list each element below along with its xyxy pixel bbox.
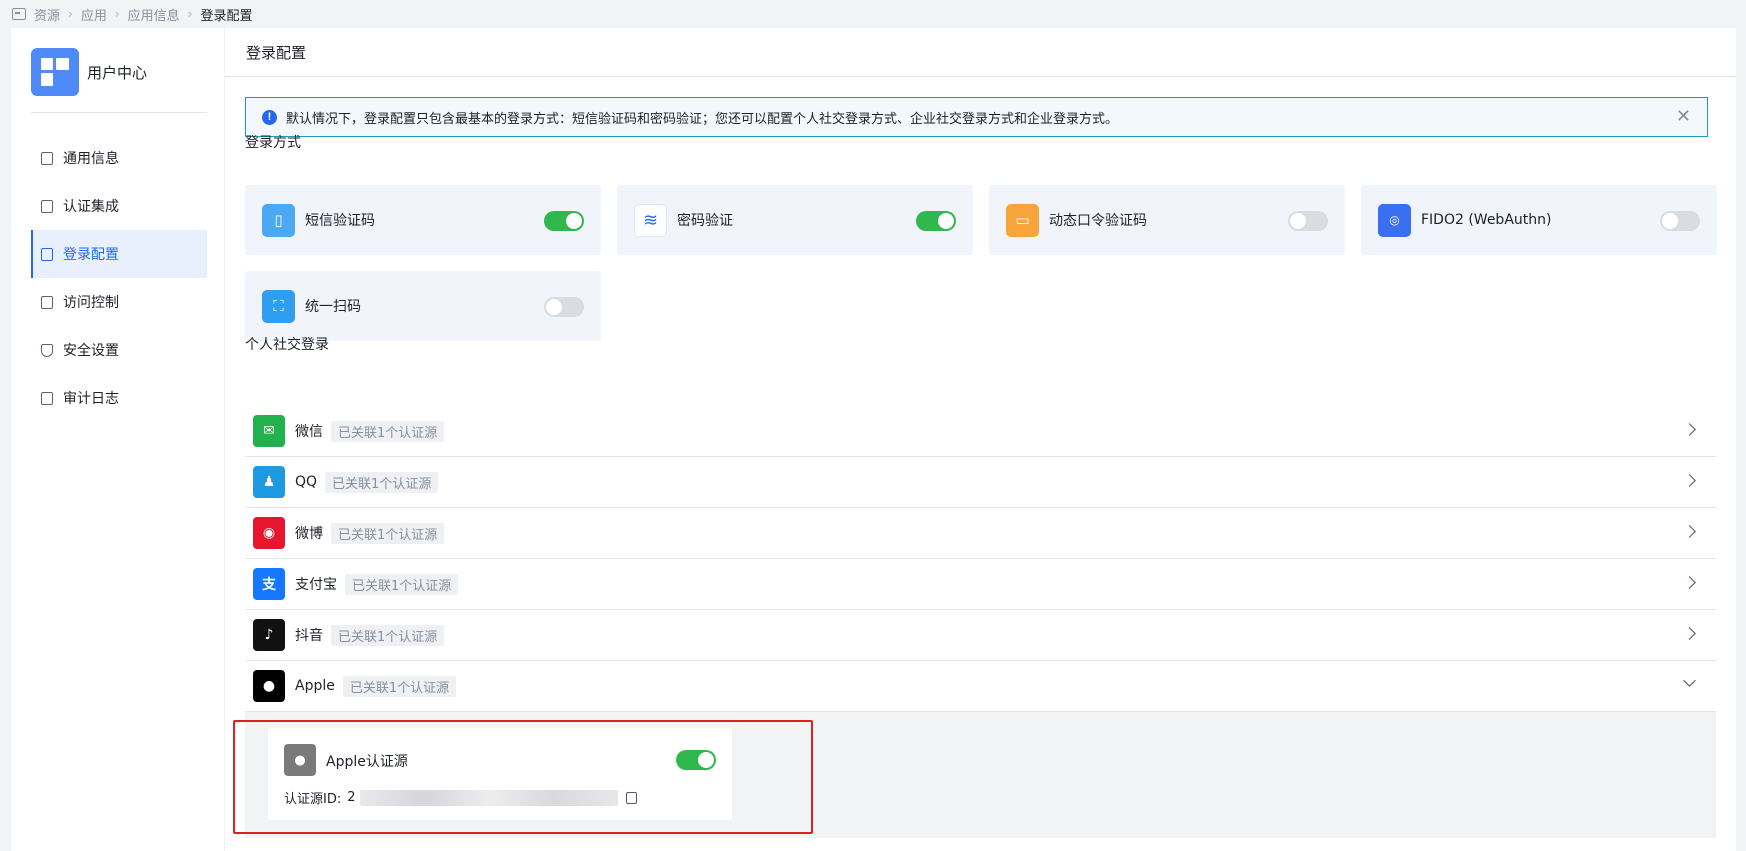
sidebar-item-access-control[interactable]: 访问控制 [31, 278, 207, 326]
social-name: Apple [295, 678, 335, 694]
breadcrumb-item-apps[interactable]: 应用 [81, 5, 107, 24]
breadcrumb: 资源 › 应用 › 应用信息 › 登录配置 [0, 0, 1746, 28]
douyin-icon: ♪ [253, 619, 285, 651]
breadcrumb-item-app-info[interactable]: 应用信息 [128, 5, 180, 24]
chevron-down-icon [1683, 674, 1696, 687]
resource-icon [12, 8, 26, 20]
chevron-right-icon: › [114, 7, 120, 21]
sliders-icon [41, 199, 53, 213]
status-badge: 已关联1个认证源 [342, 675, 457, 697]
sidebar-item-label: 审计日志 [63, 391, 119, 407]
sidebar-item-security[interactable]: 安全设置 [31, 326, 207, 374]
sidebar: 用户中心 通用信息 认证集成 登录配置 访问控制 安全设置 审计日志 [11, 28, 224, 851]
sidebar-item-general-info[interactable]: 通用信息 [31, 134, 207, 182]
social-name: 支付宝 [295, 577, 337, 593]
chevron-right-icon [1683, 627, 1696, 640]
status-badge: 已关联1个认证源 [345, 573, 459, 595]
method-card-otp: ▭ 动态口令验证码 [989, 185, 1345, 255]
page-title: 登录配置 [225, 28, 1736, 77]
shield-icon [41, 343, 53, 357]
access-icon [41, 295, 53, 309]
method-card-sms: ▯ 短信验证码 [245, 185, 601, 255]
social-name: 微博 [295, 526, 323, 542]
otp-icon: ▭ [1006, 203, 1039, 237]
method-card-password: ≋ 密码验证 [617, 185, 973, 255]
alipay-icon: 支 [253, 568, 285, 600]
sidebar-item-label: 登录配置 [63, 247, 119, 263]
breadcrumb-item-resources[interactable]: 资源 [34, 5, 60, 24]
social-row-weibo[interactable]: ◉ 微博 已关联1个认证源 [245, 508, 1716, 559]
status-badge: 已关联1个认证源 [331, 420, 445, 442]
sidebar-item-label: 访问控制 [63, 295, 119, 311]
wechat-icon: ✉ [253, 415, 285, 447]
sidebar-item-label: 通用信息 [63, 151, 119, 167]
sidebar-item-label: 安全设置 [63, 343, 119, 359]
method-card-scan: ⛶ 统一扫码 [245, 271, 601, 341]
info-icon: ! [262, 109, 277, 125]
chevron-right-icon [1683, 474, 1696, 487]
phone-message-icon: ▯ [262, 203, 295, 237]
method-name: FIDO2 (WebAuthn) [1421, 212, 1552, 228]
database-icon: ≋ [634, 203, 667, 237]
social-row-alipay[interactable]: 支 支付宝 已关联1个认证源 [245, 559, 1716, 610]
social-name: QQ [295, 474, 318, 490]
app-logo [31, 48, 79, 96]
method-card-fido2: ◎ FIDO2 (WebAuthn) [1361, 185, 1717, 255]
breadcrumb-current: 登录配置 [200, 8, 253, 24]
app-header: 用户中心 [31, 48, 147, 96]
weibo-icon: ◉ [253, 517, 285, 549]
social-row-douyin[interactable]: ♪ 抖音 已关联1个认证源 [245, 610, 1716, 661]
chevron-right-icon [1683, 423, 1696, 436]
sidebar-item-label: 认证集成 [63, 199, 119, 215]
otp-toggle[interactable] [1288, 211, 1328, 231]
password-toggle[interactable] [916, 211, 956, 231]
close-icon[interactable]: ✕ [1676, 108, 1691, 126]
status-badge: 已关联1个认证源 [331, 522, 445, 544]
status-badge: 已关联1个认证源 [331, 624, 445, 646]
sidebar-menu: 通用信息 认证集成 登录配置 访问控制 安全设置 审计日志 [31, 134, 207, 422]
document-icon [41, 151, 53, 165]
sidebar-item-audit-log[interactable]: 审计日志 [31, 374, 207, 422]
chevron-right-icon: › [187, 7, 193, 21]
login-methods-label: 登录方式 [245, 135, 301, 151]
method-name: 动态口令验证码 [1049, 213, 1147, 229]
login-icon [41, 247, 53, 261]
method-name: 密码验证 [677, 213, 733, 229]
social-name: 抖音 [295, 628, 323, 644]
social-row-apple[interactable]: ● Apple 已关联1个认证源 [245, 661, 1716, 712]
apple-icon: ● [253, 670, 285, 702]
status-badge: 已关联1个认证源 [325, 471, 439, 493]
method-name: 短信验证码 [305, 213, 375, 229]
sms-toggle[interactable] [544, 211, 584, 231]
method-name: 统一扫码 [305, 299, 361, 315]
scan-toggle[interactable] [544, 297, 584, 317]
sidebar-item-auth-integration[interactable]: 认证集成 [31, 182, 207, 230]
app-name: 用户中心 [87, 63, 148, 82]
social-row-qq[interactable]: ♟ QQ 已关联1个认证源 [245, 457, 1716, 508]
alert-text: 默认情况下，登录配置只包含最基本的登录方式：短信验证码和密码验证；您还可以配置个… [286, 111, 1119, 127]
chevron-right-icon [1683, 525, 1696, 538]
social-list: ✉ 微信 已关联1个认证源 ♟ QQ 已关联1个认证源 ◉ 微博 已关联1个认证… [245, 406, 1716, 712]
log-icon [41, 391, 53, 405]
qq-icon: ♟ [253, 466, 285, 498]
scan-icon: ⛶ [262, 289, 295, 323]
divider [31, 112, 207, 113]
social-row-wechat[interactable]: ✉ 微信 已关联1个认证源 [245, 406, 1716, 457]
social-name: 微信 [295, 424, 323, 440]
fido2-toggle[interactable] [1660, 211, 1700, 231]
info-alert: ! 默认情况下，登录配置只包含最基本的登录方式：短信验证码和密码验证；您还可以配… [245, 97, 1708, 137]
chevron-right-icon [1683, 576, 1696, 589]
highlight-annotation [233, 720, 813, 834]
social-login-label: 个人社交登录 [245, 337, 329, 353]
chevron-right-icon: › [68, 7, 73, 21]
fingerprint-icon: ◎ [1378, 203, 1411, 237]
sidebar-item-login-config[interactable]: 登录配置 [31, 230, 207, 278]
